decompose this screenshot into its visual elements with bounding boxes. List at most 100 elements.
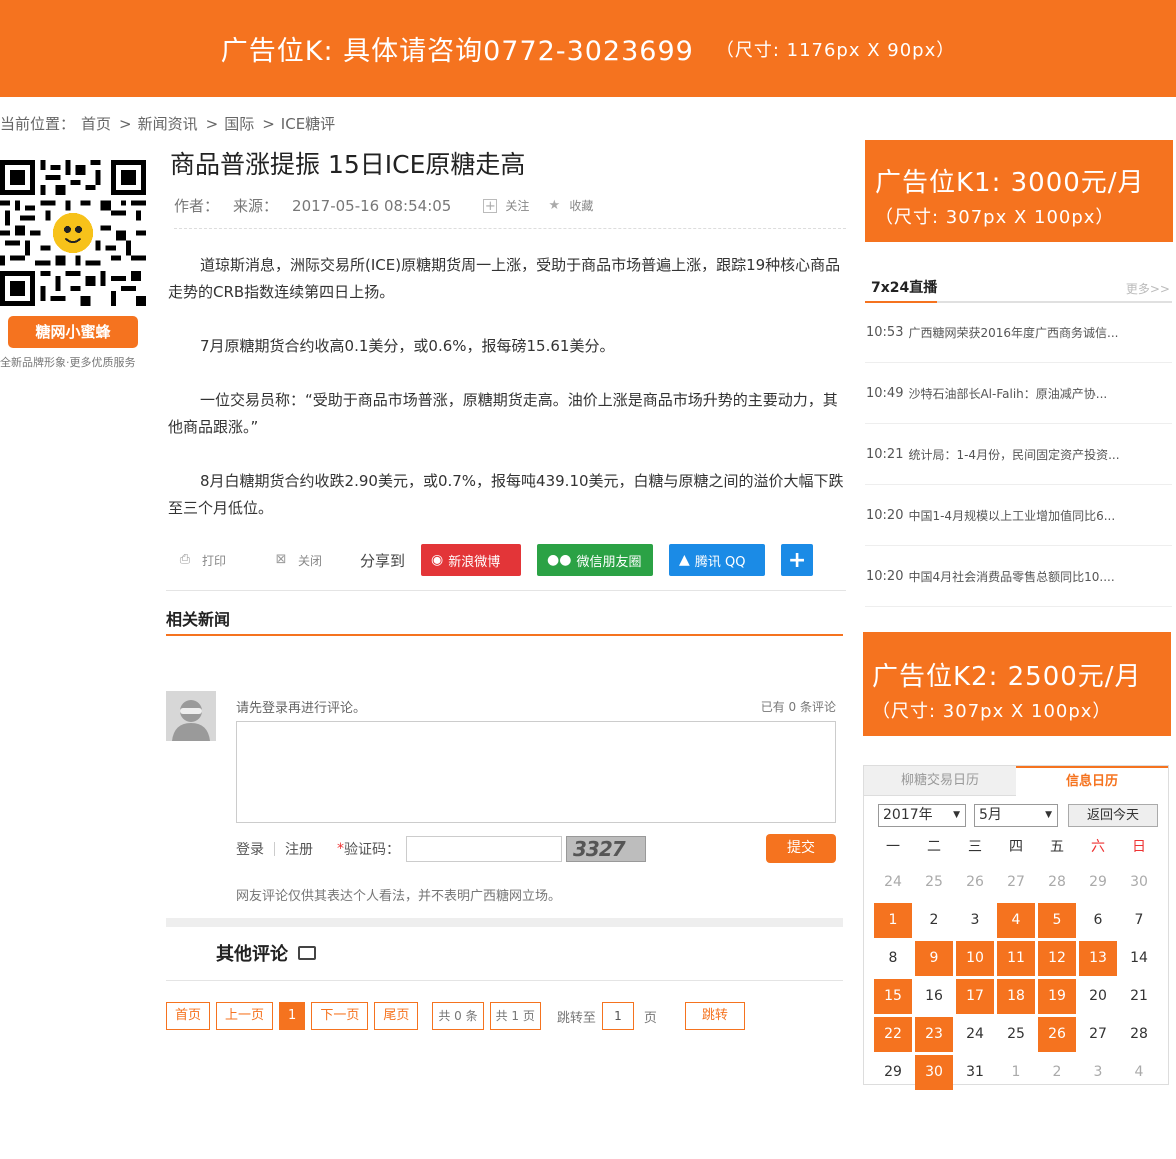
weibo-label: 新浪微博 [448, 554, 501, 570]
qr-panel: 糖网小蜜蜂 全新品牌形象·更多优质服务 [0, 160, 148, 370]
follow-button[interactable]: + 关注 [483, 197, 529, 214]
tab-trade-calendar[interactable]: 柳糖交易日历 [864, 766, 1016, 796]
calendar-day[interactable]: 6 [1079, 903, 1117, 938]
login-hint: 请先登录再进行评论。 [236, 701, 367, 716]
weekday-header: 四 [1009, 839, 1023, 855]
year-select[interactable]: 2017年 ▼ [878, 803, 966, 827]
calendar-day[interactable]: 26 [1038, 1017, 1076, 1052]
live-more-link[interactable]: 更多>> [1126, 280, 1170, 297]
calendar-day[interactable]: 25 [915, 865, 953, 900]
comment-textarea[interactable] [236, 721, 836, 823]
calendar-day[interactable]: 31 [956, 1055, 994, 1090]
share-weibo-button[interactable]: ◉ 新浪微博 [421, 544, 522, 576]
live-text: 沙特石油部长Al-Falih：原油减产协... [908, 386, 1108, 401]
calendar-day[interactable]: 20 [1079, 979, 1117, 1014]
ad-k2-banner[interactable]: 广告位K2: 2500元/月 （尺寸: 307px X 100px） [863, 632, 1171, 736]
calendar-day[interactable]: 23 [915, 1017, 953, 1052]
calendar-day[interactable]: 30 [915, 1055, 953, 1090]
article-paragraph: 8月白糖期货合约收跌2.90美元，或0.7%，报每吨439.10美元，白糖与原糖… [168, 472, 844, 517]
calendar-day[interactable]: 21 [1120, 979, 1158, 1014]
jump-page-input[interactable]: 1 [601, 1002, 634, 1030]
share-more-button[interactable]: + [781, 544, 814, 576]
breadcrumb-sep: > [205, 114, 219, 133]
live-item[interactable]: 10:21 统计局：1-4月份，民间固定资产投资... [865, 424, 1172, 485]
share-qq-button[interactable]: ▲ 腾讯 QQ [669, 544, 766, 576]
breadcrumb-news[interactable]: 新闻资讯 [138, 113, 198, 134]
calendar-day[interactable]: 7 [1120, 903, 1158, 938]
calendar-day[interactable]: 28 [1120, 1017, 1158, 1052]
calendar-day[interactable]: 27 [1079, 1017, 1117, 1052]
calendar-day[interactable]: 9 [915, 941, 953, 976]
jump-button[interactable]: 跳转 [684, 1002, 745, 1030]
calendar-day[interactable]: 12 [1038, 941, 1076, 976]
live-item[interactable]: 10:20 中国1-4月规模以上工业增加值同比6... [865, 485, 1172, 546]
login-link[interactable]: 登录 [236, 839, 264, 859]
calendar-day[interactable]: 14 [1120, 941, 1158, 976]
calendar-day[interactable]: 5 [1038, 903, 1076, 938]
live-time: 10:20 [866, 507, 904, 523]
share-wechat-button[interactable]: ●● 微信朋友圈 [537, 544, 654, 576]
favorite-button[interactable]: ★ 收藏 [547, 197, 594, 214]
calendar-day[interactable]: 8 [874, 941, 912, 976]
close-button[interactable]: ⊠ 关闭 [274, 552, 322, 569]
calendar-day[interactable]: 4 [1120, 1055, 1158, 1090]
live-item[interactable]: 10:53 广西糖网荣获2016年度广西商务诚信... [865, 302, 1172, 363]
calendar-day[interactable]: 28 [1038, 865, 1076, 900]
calendar-day[interactable]: 2 [915, 903, 953, 938]
related-underline [166, 634, 843, 636]
calendar-day[interactable]: 29 [1079, 865, 1117, 900]
live-item[interactable]: 10:20 中国4月社会消费品零售总额同比10.... [865, 546, 1172, 607]
calendar-day[interactable]: 2 [1038, 1055, 1076, 1090]
calendar-day[interactable]: 19 [1038, 979, 1076, 1014]
calendar-day[interactable]: 27 [997, 865, 1035, 900]
calendar-day[interactable]: 15 [874, 979, 912, 1014]
live-time: 10:20 [866, 568, 904, 584]
register-link[interactable]: 注册 [285, 839, 313, 859]
article-tools: ⎙ 打印 ⊠ 关闭 分享到 ◉ 新浪微博 ●● 微信朋友圈 ▲ 腾讯 QQ + [178, 543, 829, 577]
calendar-day[interactable]: 24 [956, 1017, 994, 1052]
first-page-button[interactable]: 首页 [166, 1002, 211, 1030]
breadcrumb-home[interactable]: 首页 [81, 113, 111, 134]
month-select[interactable]: 5月 ▼ [974, 803, 1058, 827]
calendar-day[interactable]: 24 [874, 865, 912, 900]
calendar-day[interactable]: 3 [1079, 1055, 1117, 1090]
back-to-today-button[interactable]: 返回今天 [1068, 803, 1158, 827]
current-page-button[interactable]: 1 [279, 1002, 306, 1030]
live-item[interactable]: 10:49 沙特石油部长Al-Falih：原油减产协... [865, 363, 1172, 424]
calendar-day[interactable]: 16 [915, 979, 953, 1014]
calendar-day[interactable]: 1 [997, 1055, 1035, 1090]
calendar-day[interactable]: 13 [1079, 941, 1117, 976]
calendar-day[interactable]: 26 [956, 865, 994, 900]
prev-page-button[interactable]: 上一页 [216, 1002, 274, 1030]
calendar-tabs: 柳糖交易日历 信息日历 [864, 766, 1168, 796]
article-meta: 作者： 来源： 2017-05-16 08:54:05 + 关注 ★ 收藏 [174, 195, 846, 229]
submit-button[interactable]: 提交 [766, 834, 836, 863]
calendar-day[interactable]: 10 [956, 941, 994, 976]
calendar-day[interactable]: 1 [874, 903, 912, 938]
bee-brand-button[interactable]: 糖网小蜜蜂 [8, 316, 138, 348]
tab-info-calendar[interactable]: 信息日历 [1016, 766, 1168, 796]
calendar-day[interactable]: 4 [997, 903, 1035, 938]
next-page-button[interactable]: 下一页 [311, 1002, 369, 1030]
close-icon: ⊠ [275, 552, 287, 567]
other-comments-title: 其他评论 [216, 940, 316, 966]
qq-icon: ▲ [679, 552, 690, 568]
calendar-day[interactable]: 18 [997, 979, 1035, 1014]
calendar-day[interactable]: 22 [874, 1017, 912, 1052]
breadcrumb-ice[interactable]: ICE糖评 [281, 113, 335, 134]
calendar-day[interactable]: 17 [956, 979, 994, 1014]
captcha-input[interactable] [406, 836, 562, 862]
calendar-day[interactable]: 30 [1120, 865, 1158, 900]
breadcrumb-intl[interactable]: 国际 [224, 113, 254, 134]
live-text: 中国1-4月规模以上工业增加值同比6... [908, 508, 1116, 523]
avatar [166, 691, 216, 741]
captcha-image[interactable]: 3327 [566, 836, 646, 862]
last-page-button[interactable]: 尾页 [374, 1002, 419, 1030]
calendar-day[interactable]: 3 [956, 903, 994, 938]
top-ad-banner[interactable]: 广告位K: 具体请咨询0772-3023699 （尺寸: 1176px X 90… [0, 0, 1176, 97]
calendar-day[interactable]: 25 [997, 1017, 1035, 1052]
print-button[interactable]: ⎙ 打印 [178, 552, 226, 569]
calendar-day[interactable]: 29 [874, 1055, 912, 1090]
ad-k1-banner[interactable]: 广告位K1: 3000元/月 （尺寸: 307px X 100px） [865, 140, 1173, 242]
calendar-day[interactable]: 11 [997, 941, 1035, 976]
